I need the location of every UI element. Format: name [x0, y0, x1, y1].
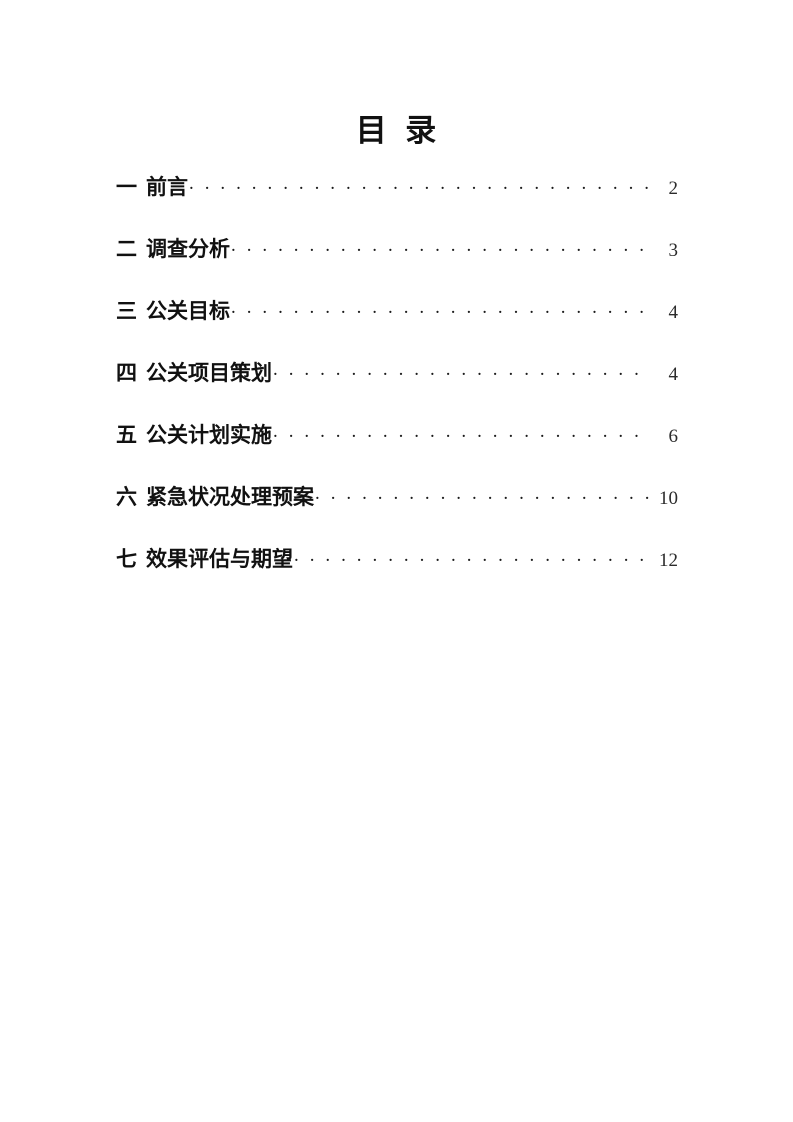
- toc-entry-page: 4: [668, 364, 679, 385]
- toc-entry[interactable]: 四 公关项目策划 4: [116, 358, 678, 420]
- toc-entry-title: 公关项目策划: [146, 361, 272, 385]
- toc-entry[interactable]: 七 效果评估与期望 12: [116, 544, 678, 606]
- page-title: 目 录: [355, 113, 438, 148]
- toc-entry-title: 前言: [146, 175, 188, 199]
- toc-entry-title: 公关计划实施: [146, 423, 272, 447]
- dot-leader: [273, 420, 650, 442]
- toc-entry[interactable]: 三 公关目标 4: [116, 296, 678, 358]
- table-of-contents-list: 一 前言 2 二 调查分析 3 三 公关目标 4 四 公关项目策划 4 五 公关…: [116, 172, 678, 606]
- toc-entry-page: 12: [659, 550, 678, 571]
- toc-entry-number: 三: [116, 299, 137, 323]
- toc-entry-title: 调查分析: [146, 237, 230, 261]
- toc-entry-title: 效果评估与期望: [146, 547, 293, 571]
- dot-leader: [294, 544, 650, 566]
- toc-entry[interactable]: 五 公关计划实施 6: [116, 420, 678, 482]
- toc-entry-title: 紧急状况处理预案: [146, 485, 314, 509]
- toc-entry-title: 公关目标: [146, 299, 230, 323]
- toc-entry-number: 五: [116, 423, 137, 447]
- toc-entry[interactable]: 六 紧急状况处理预案 10: [116, 482, 678, 544]
- dot-leader: [189, 172, 650, 194]
- toc-entry-page: 6: [668, 426, 679, 447]
- toc-entry-page: 4: [668, 302, 679, 323]
- toc-entry-number: 二: [116, 237, 137, 261]
- toc-entry-number: 一: [116, 175, 137, 199]
- toc-entry-number: 七: [116, 547, 137, 571]
- dot-leader: [231, 234, 650, 256]
- dot-leader: [315, 482, 650, 504]
- toc-entry-page: 3: [668, 240, 679, 261]
- toc-entry-number: 四: [116, 361, 137, 385]
- toc-entry-page: 10: [659, 488, 678, 509]
- dot-leader: [231, 296, 650, 318]
- toc-entry-number: 六: [116, 485, 137, 509]
- toc-entry-page: 2: [668, 178, 679, 199]
- toc-entry[interactable]: 二 调查分析 3: [116, 234, 678, 296]
- toc-entry[interactable]: 一 前言 2: [116, 172, 678, 234]
- dot-leader: [273, 358, 650, 380]
- document-page: 目 录 一 前言 2 二 调查分析 3 三 公关目标 4 四 公关项目策划 4: [0, 0, 793, 1122]
